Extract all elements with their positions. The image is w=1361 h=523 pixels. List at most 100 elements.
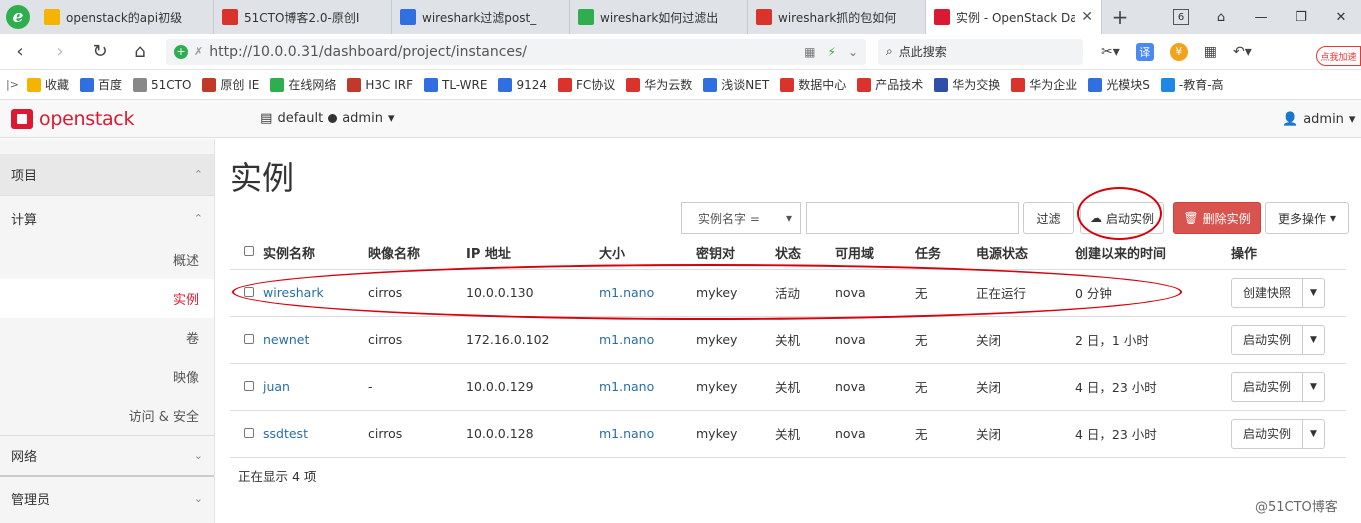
column-header[interactable]: 可用域 [835, 236, 915, 270]
more-actions-button[interactable]: 更多操作 ▾ [1265, 202, 1349, 234]
bookmark-item[interactable]: 产品技术 [857, 76, 923, 93]
bookmark-item[interactable]: 华为交换 [934, 76, 1000, 93]
bookmark-item[interactable]: 在线网络 [270, 76, 336, 93]
filter-field-select[interactable]: 实例名字 = ▾ [681, 202, 801, 234]
sidebar-item[interactable]: 概述 [0, 240, 214, 279]
row-action-dropdown[interactable]: ▼ [1303, 324, 1325, 355]
row-action-button[interactable]: 启动实例 [1231, 418, 1303, 449]
bookmark-item[interactable]: H3C IRF [347, 76, 413, 93]
forward-button[interactable]: › [40, 34, 80, 70]
home-button[interactable]: ⌂ [120, 34, 160, 70]
sidebar-section-project[interactable]: 项目 ⌃ [0, 154, 214, 196]
row-action-dropdown[interactable]: ▼ [1303, 371, 1325, 402]
reload-button[interactable]: ↻ [80, 34, 120, 70]
bolt-icon[interactable]: ⚡ [828, 45, 836, 59]
bookmark-item[interactable]: FC协议 [557, 76, 615, 93]
browser-tab[interactable]: wireshark抓的包如何 [748, 0, 926, 34]
sidebar-item[interactable]: 实例 [0, 279, 214, 318]
browser-tab[interactable]: wireshark过滤post_ [392, 0, 570, 34]
browser-tab[interactable]: openstack的api初级 [36, 0, 214, 34]
column-header[interactable]: IP 地址 [466, 236, 599, 270]
instance-name-link[interactable]: juan [263, 379, 290, 394]
new-tab-button[interactable]: + [1102, 0, 1138, 34]
sidebar-section-network[interactable]: 网络 ⌄ [0, 435, 214, 477]
browser-logo-icon[interactable]: e [0, 0, 36, 34]
flavor-link[interactable]: m1.nano [599, 379, 654, 394]
sidebar-item[interactable]: 访问 & 安全 [0, 396, 214, 435]
bookmark-item[interactable]: 数据中心 [780, 76, 846, 93]
minimize-button[interactable]: — [1241, 0, 1281, 34]
column-header[interactable]: 状态 [775, 236, 835, 270]
bookmarks-toggle-icon[interactable]: |> [6, 78, 19, 91]
sidebar-section-admin[interactable]: 管理员 ⌄ [0, 477, 214, 519]
column-header[interactable]: 实例名称 [263, 236, 368, 270]
row-checkbox[interactable] [244, 334, 254, 344]
column-header[interactable]: 任务 [915, 236, 976, 270]
delete-instances-button[interactable]: 🗑 删除实例 [1173, 202, 1261, 234]
bookmark-item[interactable]: 浅谈NET [703, 76, 769, 93]
bookmark-item[interactable]: 百度 [79, 76, 122, 93]
caret-down-icon: ▾ [387, 111, 395, 126]
browser-tab[interactable]: 51CTO博客2.0-原创I [214, 0, 392, 34]
bookmark-item[interactable]: 51CTO [132, 76, 191, 93]
openstack-logo[interactable]: openstack [11, 108, 134, 130]
search-box[interactable]: ⌕ 点此搜索 [878, 38, 1083, 65]
bookmark-item[interactable]: 原创 IE [202, 76, 259, 93]
filter-input[interactable] [806, 202, 1019, 234]
browser-tab[interactable]: wireshark如何过滤出 [570, 0, 748, 34]
bookmark-item[interactable]: 9124 [498, 76, 547, 93]
coupon-icon[interactable]: ¥ [1169, 42, 1188, 61]
filter-button[interactable]: 过滤 [1023, 202, 1074, 234]
bookmark-item[interactable]: -教育-高 [1160, 76, 1224, 93]
translate-icon[interactable]: 译 [1135, 42, 1154, 61]
bookmark-item[interactable]: TL-WRE [424, 76, 487, 93]
chevron-down-icon[interactable]: ⌄ [848, 45, 858, 59]
apps-grid-icon[interactable]: ▦ [1204, 44, 1217, 60]
close-window-button[interactable]: ✕ [1321, 0, 1361, 34]
row-checkbox[interactable] [244, 287, 254, 297]
column-header[interactable]: 创建以来的时间 [1075, 236, 1231, 270]
promo-badge[interactable]: 点我加速 [1316, 46, 1361, 66]
shirt-icon[interactable]: ⌂ [1201, 0, 1241, 34]
back-button[interactable]: ‹ [0, 34, 40, 70]
bookmark-item[interactable]: 光模块S [1088, 76, 1150, 93]
tab-count-button[interactable]: 6 [1161, 0, 1201, 34]
bookmark-item[interactable]: 华为云数 [626, 76, 692, 93]
instance-name-link[interactable]: newnet [263, 332, 309, 347]
row-action-button[interactable]: 启动实例 [1231, 324, 1303, 355]
url-bar[interactable]: + ✗ http://10.0.0.31/dashboard/project/i… [166, 38, 866, 65]
column-header[interactable]: 电源状态 [976, 236, 1075, 270]
close-tab-icon[interactable]: ✕ [1081, 9, 1093, 25]
instance-name-link[interactable]: ssdtest [263, 426, 308, 441]
browser-tab[interactable]: 实例 - OpenStack Da ✕ [926, 0, 1102, 34]
sidebar-item[interactable]: 映像 [0, 357, 214, 396]
item-count: 正在显示 4 项 [238, 469, 317, 484]
column-header[interactable]: 映像名称 [368, 236, 466, 270]
user-menu[interactable]: 👤 admin ▾ [1282, 112, 1355, 127]
bookmark-item[interactable]: 华为企业 [1011, 76, 1077, 93]
row-checkbox[interactable] [244, 428, 254, 438]
sidebar-section-compute[interactable]: 计算 ⌃ [0, 196, 214, 240]
bookmark-item[interactable]: 收藏 [26, 76, 69, 93]
project-switcher[interactable]: ▤ default admin ▾ [260, 111, 394, 126]
row-checkbox[interactable] [244, 381, 254, 391]
row-action-dropdown[interactable]: ▼ [1303, 418, 1325, 449]
insecure-icon[interactable]: ✗ [194, 45, 203, 58]
column-header[interactable]: 大小 [599, 236, 696, 270]
undo-icon[interactable]: ↶▾ [1233, 44, 1252, 60]
column-header[interactable]: 密钥对 [696, 236, 775, 270]
row-action-dropdown[interactable]: ▼ [1303, 277, 1325, 308]
launch-instance-button[interactable]: ☁ 启动实例 [1080, 202, 1164, 234]
restore-button[interactable]: ❐ [1281, 0, 1321, 34]
scissors-icon[interactable]: ✂▾ [1101, 44, 1120, 60]
select-all-checkbox[interactable] [244, 245, 254, 256]
grid-icon[interactable]: ▦ [804, 45, 815, 59]
sidebar-item[interactable]: 卷 [0, 318, 214, 357]
flavor-link[interactable]: m1.nano [599, 332, 654, 347]
url-text[interactable]: http://10.0.0.31/dashboard/project/insta… [209, 44, 798, 60]
row-action-button[interactable]: 启动实例 [1231, 371, 1303, 402]
flavor-link[interactable]: m1.nano [599, 426, 654, 441]
flavor-link[interactable]: m1.nano [599, 285, 654, 300]
instance-name-link[interactable]: wireshark [263, 285, 324, 300]
row-action-button[interactable]: 创建快照 [1231, 277, 1303, 308]
